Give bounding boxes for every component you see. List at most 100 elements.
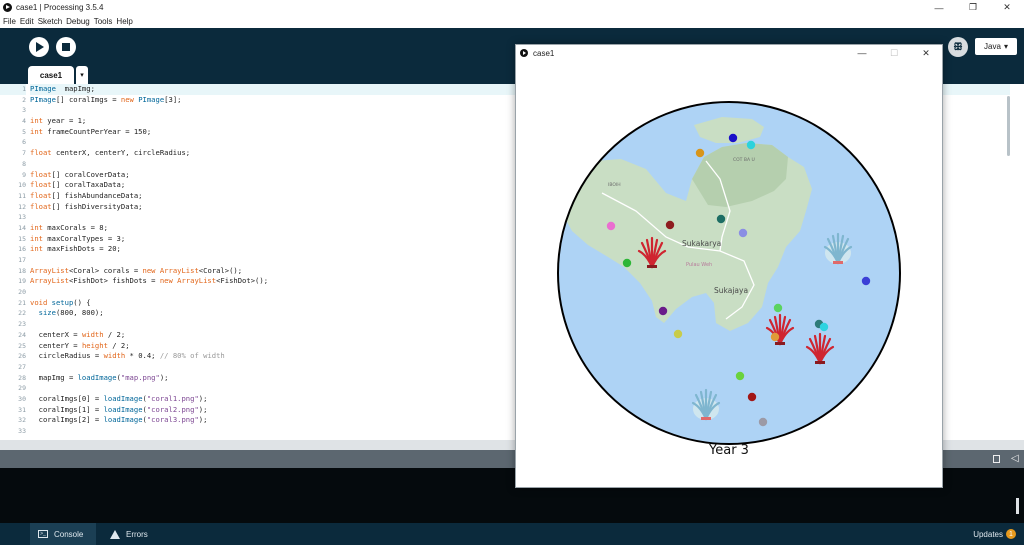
minimize-button[interactable]: — <box>922 0 956 15</box>
fish-dot <box>819 322 829 332</box>
menu-sketch[interactable]: Sketch <box>38 17 62 26</box>
fish-dot <box>622 258 632 268</box>
tab-menu-button[interactable]: ▾ <box>76 66 88 84</box>
fish-dot <box>673 329 683 339</box>
line-number: 22 <box>18 309 26 318</box>
sketch-close-button[interactable]: ✕ <box>910 45 942 61</box>
debug-button[interactable]: ꕥ <box>948 37 968 57</box>
code-token: float <box>30 201 52 211</box>
code-token: ); <box>159 372 169 382</box>
menu-edit[interactable]: Edit <box>20 17 34 26</box>
updates-button[interactable]: Updates 1 <box>973 523 1016 545</box>
processing-logo-icon <box>3 3 12 12</box>
code-token: ArrayList <box>30 276 69 286</box>
sketch-window[interactable]: case1 — ☐ ✕ Sukakarya Pulau Weh Sukajaya… <box>515 44 943 488</box>
fish-dot <box>746 140 756 150</box>
code-token: circleRadius = <box>30 351 104 361</box>
line-number: 18 <box>18 266 26 275</box>
mode-selector[interactable]: Java ▾ <box>975 38 1017 55</box>
collapse-arrow-icon[interactable]: ◁ <box>1011 453 1019 464</box>
fish-dot <box>658 306 668 316</box>
errors-tab[interactable]: Errors <box>106 523 166 545</box>
line-number: 26 <box>18 352 26 361</box>
code-token: float <box>30 148 52 158</box>
code-token: <FishDot> fishDots = <box>68 276 160 286</box>
code-token: [] fishAbundanceData; <box>51 190 143 200</box>
code-token: coralImgs[1] = <box>30 404 104 414</box>
line-number: 9 <box>22 170 26 179</box>
console-tab-label: Console <box>54 529 84 539</box>
menu-file[interactable]: File <box>3 17 16 26</box>
console-tab[interactable]: >_ Console <box>30 523 96 545</box>
sketch-minimize-button[interactable]: — <box>846 45 878 61</box>
code-token: () { <box>73 297 91 307</box>
window-title: case1 | Processing 3.5.4 <box>16 3 104 12</box>
map-label-sukakarya: Sukakarya <box>682 239 721 248</box>
code-token: (800, 800); <box>55 308 104 318</box>
map-label-iboih: IBOIH <box>608 182 621 188</box>
fish-dot <box>738 228 748 238</box>
clipboard-icon[interactable] <box>993 455 1000 463</box>
map-label-cot-ba-u: COT BA U <box>733 157 755 163</box>
blue-coral-icon <box>691 388 721 421</box>
fish-dot <box>606 221 616 231</box>
line-number: 19 <box>18 277 26 286</box>
code-token: loadImage <box>77 372 117 382</box>
code-token: mapImg; <box>55 84 95 93</box>
code-token: / 2; <box>103 329 126 339</box>
code-token: PImage <box>30 94 56 104</box>
code-token: float <box>30 180 52 190</box>
fish-dot <box>728 133 738 143</box>
code-token: ArrayList <box>30 265 69 275</box>
code-token: // 80% of width <box>159 351 225 361</box>
fish-dot <box>861 276 871 286</box>
line-number: 8 <box>22 159 26 168</box>
menu-help[interactable]: Help <box>116 17 132 26</box>
code-token: mapImg = <box>30 372 78 382</box>
window-titlebar: case1 | Processing 3.5.4 — ❐ ✕ <box>0 0 1024 15</box>
tab-case1[interactable]: case1 <box>28 66 74 84</box>
line-number: 16 <box>18 245 26 254</box>
close-button[interactable]: ✕ <box>990 0 1024 15</box>
line-number: 10 <box>18 181 26 190</box>
run-button[interactable] <box>29 37 49 57</box>
menu-debug[interactable]: Debug <box>66 17 90 26</box>
code-token: [] coralImgs = <box>55 94 121 104</box>
chevron-down-icon: ▾ <box>1003 42 1008 51</box>
code-token: [] fishDiversityData; <box>51 201 143 211</box>
stop-button[interactable] <box>56 37 76 57</box>
sketch-titlebar[interactable]: case1 — ☐ ✕ <box>516 45 942 61</box>
warning-icon <box>110 529 120 539</box>
line-number: 12 <box>18 202 26 211</box>
menu-tools[interactable]: Tools <box>94 17 113 26</box>
console-scrollbar[interactable] <box>1016 498 1019 514</box>
line-number: 24 <box>18 330 26 339</box>
sketch-canvas[interactable]: Sukakarya Pulau Weh Sukajaya IBOIH COT B… <box>516 61 942 487</box>
code-token: [3]; <box>164 94 182 104</box>
code-token: ArrayList <box>177 276 217 286</box>
code-token: PImage <box>30 84 56 93</box>
editor-scrollbar[interactable] <box>1007 96 1010 156</box>
butterfly-icon: ꕥ <box>953 41 963 53</box>
fish-dot <box>770 332 780 342</box>
code-token: ArrayList <box>159 265 199 275</box>
updates-label: Updates <box>973 529 1003 539</box>
line-number: 3 <box>22 106 26 115</box>
code-token: ); <box>198 393 208 403</box>
fish-dot <box>695 148 705 158</box>
code-token: int <box>30 126 43 136</box>
fish-dot <box>735 371 745 381</box>
map-label-pulau-weh: Pulau Weh <box>686 262 712 268</box>
code-token: maxCorals = 8; <box>42 222 108 232</box>
maximize-button[interactable]: ❐ <box>956 0 990 15</box>
code-token: "coral3.png" <box>146 415 199 425</box>
map-image: Sukakarya Pulau Weh Sukajaya IBOIH COT B… <box>558 102 900 444</box>
code-token: coralImgs[2] = <box>30 415 104 425</box>
sketch-maximize-button: ☐ <box>889 47 899 58</box>
blue-coral-icon <box>823 232 853 265</box>
line-number: 32 <box>18 416 26 425</box>
mode-label: Java <box>984 42 1001 51</box>
code-token: ); <box>198 415 208 425</box>
window-controls: — ❐ ✕ <box>922 0 1024 15</box>
code-token: new <box>120 94 134 104</box>
